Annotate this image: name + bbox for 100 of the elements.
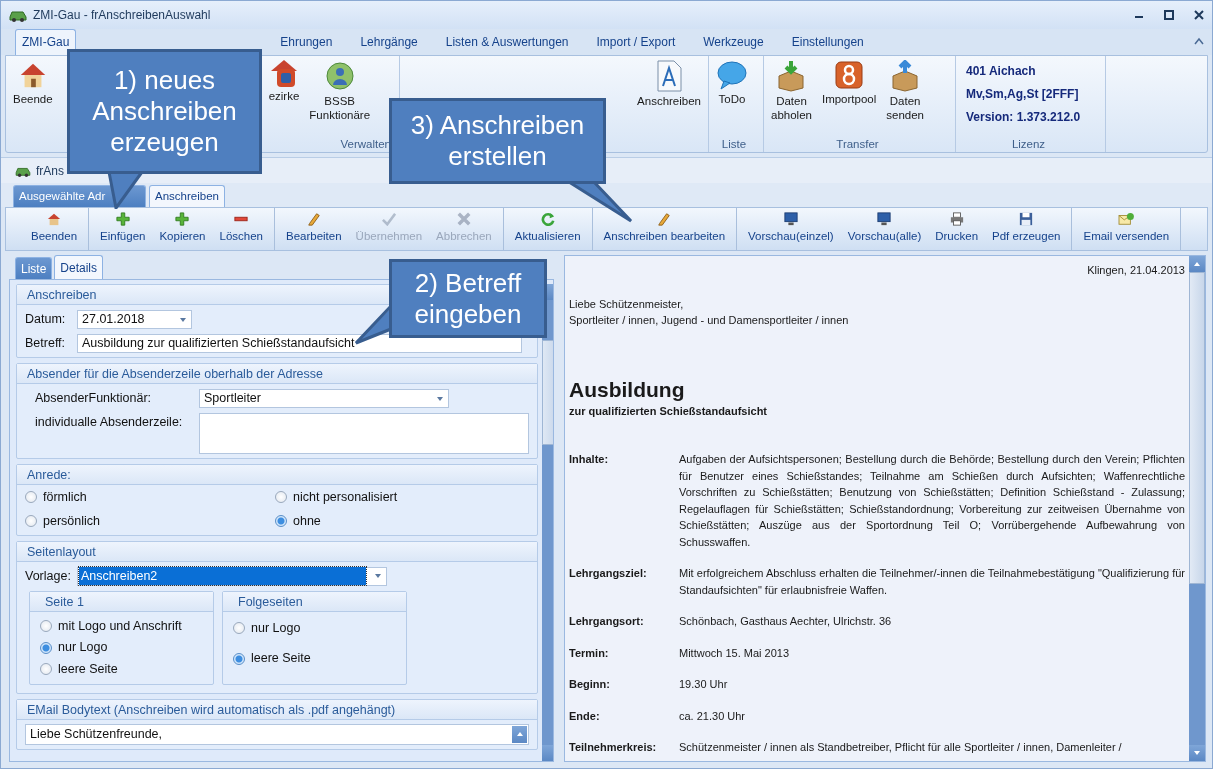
ribbon-tab[interactable]: Einstellungen (784, 29, 871, 55)
collapse-icon (1194, 36, 1204, 45)
toolbar-button[interactable]: Pdf erzeugen (985, 208, 1068, 250)
tab[interactable]: Details (54, 255, 104, 279)
pencil-icon (306, 212, 321, 227)
ribbon-tab[interactable]: Listen & Auswertungen (438, 29, 576, 55)
scroll-down-icon (1193, 750, 1201, 756)
toolbar-button[interactable]: Email versenden (1076, 208, 1177, 250)
ribbon-tab[interactable]: Import / Export (589, 29, 683, 55)
row-label: Lehrgangsort: (569, 614, 645, 629)
row-label: Beginn: (569, 677, 611, 692)
ribbon-tab[interactable]: Lehrgänge (353, 29, 425, 55)
window-title: ZMI-Gau - frAnschreibenAuswahl (33, 7, 212, 24)
ribbon-button[interactable]: Anschreiben (634, 58, 704, 136)
document-tab[interactable]: frAns (36, 161, 64, 180)
ribbon-button[interactable]: ToDo (713, 58, 751, 136)
tab[interactable]: Liste (15, 257, 53, 279)
radio-button[interactable] (275, 515, 287, 528)
printer-icon (949, 212, 964, 227)
row-text: Mit erfolgreichem Abschluss erhalten die Teilnehmer/-innen die Teilnahmebestätigung "Qualifizierung für Standaufsichten" für erlaubnisfreie Waffen. (679, 566, 1185, 598)
callout: 3) Anschreiben erstellen (389, 98, 606, 184)
callout: 2) Betreff eingeben (389, 259, 547, 338)
ribbon-button[interactable]: Daten abholen (768, 58, 815, 136)
letter-subheading: zur qualifizierten Schießstandaufsicht (569, 403, 769, 419)
template-dropdown[interactable]: Anschreiben2 (76, 566, 387, 586)
text-area[interactable]: Liebe Schützenfreunde, (25, 723, 529, 745)
radio-button[interactable] (25, 491, 37, 504)
house-icon (47, 212, 61, 227)
section-title: Anschreiben (27, 288, 97, 302)
radio-button[interactable] (233, 652, 245, 665)
toolbar-button[interactable]: Vorschau(einzel) (741, 208, 841, 250)
ribbon-button[interactable]: Importpool (818, 58, 880, 136)
toolbar-button[interactable]: Beenden (24, 208, 85, 250)
maximize-icon (1164, 10, 1174, 20)
toolbar-button[interactable]: Kopieren (152, 208, 213, 250)
caret-icon (373, 573, 382, 580)
section-title: Seitenlayout (27, 544, 96, 559)
box-arrow-up-icon (890, 60, 921, 92)
license-info: Version: 1.373.212.0 (966, 109, 1082, 126)
pencil-icon (657, 212, 672, 227)
radio-label: nur Logo (251, 619, 301, 637)
close-icon (1194, 10, 1204, 20)
license-info: Mv,Sm,Ag,St [2FFF] (966, 86, 1080, 103)
field-label: Betreff: (25, 335, 67, 353)
toolbar-button[interactable]: Aktualisieren (507, 208, 588, 250)
monitor-icon (783, 212, 798, 227)
tab[interactable]: Anschreiben (149, 185, 225, 207)
date-dropdown[interactable]: 27.01.2018 (77, 310, 192, 329)
badge-icon (271, 60, 297, 87)
ribbon-button[interactable]: BSSB Funktionäre (306, 58, 374, 136)
field-label: individualle Absenderzeile: (35, 414, 184, 431)
radio-label: leere Seite (251, 650, 311, 668)
ribbon-tab[interactable]: Ehrungen (273, 29, 340, 55)
plus-icon (115, 212, 130, 227)
app-icon (9, 8, 27, 22)
ribbon-tab[interactable]: ZMI-Gau (15, 29, 77, 55)
plus-icon (175, 212, 190, 227)
scrollbar[interactable] (1189, 256, 1205, 761)
caret-icon (179, 316, 187, 323)
radio-label: ohne (293, 512, 321, 530)
row-text: ca. 21.30 Uhr (679, 708, 747, 724)
official-dropdown[interactable]: Sportleiter (199, 389, 449, 408)
row-label: Ende: (569, 708, 601, 724)
ribbon-button[interactable]: Beende (10, 58, 56, 136)
letter-heading: Ausbildung (569, 376, 686, 403)
ribbon-button[interactable]: ezirke (265, 58, 303, 136)
radio-label: persönlich (43, 512, 100, 530)
field-label: Vorlage: (25, 567, 71, 585)
toolbar-button[interactable]: Bearbeiten (279, 208, 349, 250)
radio-button[interactable] (40, 663, 52, 676)
toolbar-button[interactable]: Vorschau(alle) (840, 208, 929, 250)
section-title: EMail Bodytext (Anschreiben wird automatisch als .pdf angehängt) (27, 702, 396, 717)
scroll-up-icon (1193, 261, 1201, 267)
radio-button[interactable] (40, 641, 52, 654)
text-area[interactable] (199, 413, 529, 454)
radio-button[interactable] (233, 621, 245, 634)
row-label: Lehrgangsziel: (569, 566, 648, 581)
radio-button[interactable] (25, 515, 37, 528)
section-title: Folgeseiten (238, 594, 303, 609)
mail-icon (1118, 212, 1135, 227)
radio-button[interactable] (275, 491, 287, 504)
input-field[interactable]: Ausbildung zur qualifizierten Schießstandaufsicht (77, 334, 522, 353)
cross-icon (456, 212, 471, 227)
ribbon-tab[interactable]: Werkzeuge (696, 29, 771, 55)
toolbar-button[interactable]: Einfügen (93, 208, 153, 250)
section-title: Seite 1 (45, 594, 84, 609)
license-info: 401 Aichach (966, 63, 1037, 80)
box-arrow-down-icon (776, 60, 807, 92)
radio-button[interactable] (40, 619, 52, 632)
radio-label: nur Logo (58, 639, 108, 657)
row-text: Schützenmeister / innen als Standbetreiber, Pflicht für alle Sportleiter / innen, Damenleiter / (679, 740, 1123, 755)
ribbon-button[interactable]: Daten senden (883, 58, 927, 136)
refresh-icon (540, 212, 555, 227)
toolbar-button[interactable]: Löschen (212, 208, 270, 250)
monitor-icon (877, 212, 892, 227)
check-icon (381, 212, 396, 227)
row-label: Inhalte: (569, 452, 610, 467)
field-label: Datum: (25, 311, 67, 329)
toolbar-button[interactable]: Anschreiben bearbeiten (596, 208, 733, 250)
toolbar-button[interactable]: Drucken (928, 208, 986, 250)
